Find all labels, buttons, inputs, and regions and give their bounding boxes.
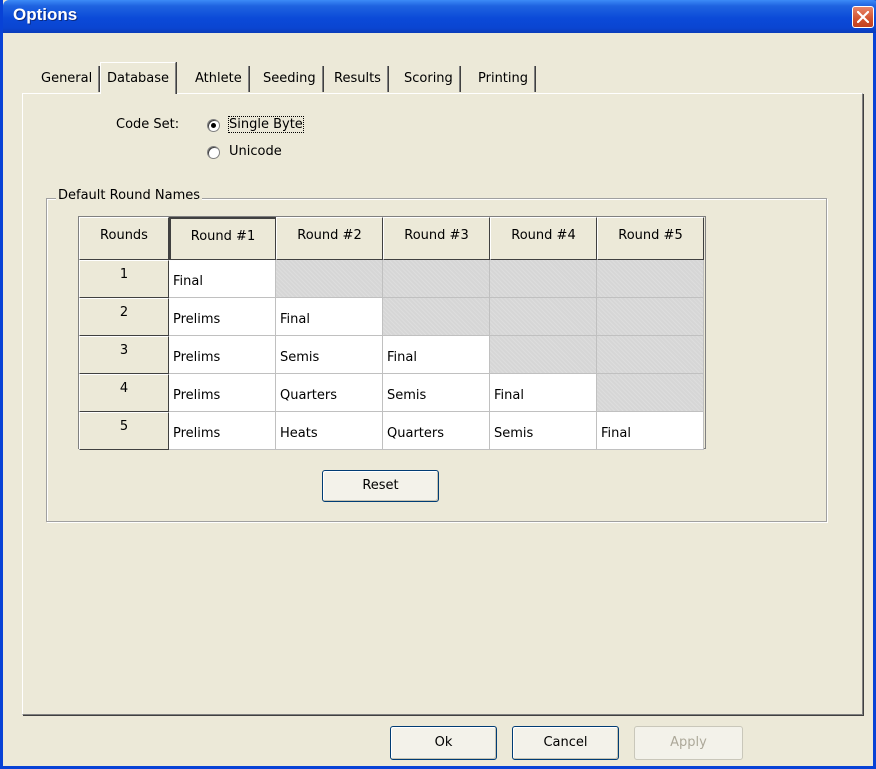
disabled-cell <box>597 336 704 374</box>
round-name-cell[interactable]: Final <box>169 260 276 298</box>
round-name-cell[interactable]: Heats <box>276 412 383 450</box>
rounds-row-header: 4 <box>79 374 169 412</box>
disabled-cell <box>490 336 597 374</box>
round-name-cell[interactable]: Prelims <box>169 412 276 450</box>
round-2-column-header: Round #2 <box>276 217 383 260</box>
round-name-cell[interactable]: Final <box>276 298 383 336</box>
title-bar[interactable]: Options <box>3 0 876 33</box>
round-name-cell[interactable]: Final <box>490 374 597 412</box>
tab-seeding[interactable]: Seeding <box>257 66 323 92</box>
close-icon <box>857 11 869 23</box>
disabled-cell <box>597 260 704 298</box>
radio-selected-dot <box>211 123 216 128</box>
disabled-cell <box>597 298 704 336</box>
rounds-row-header: 1 <box>79 260 169 298</box>
window-title: Options <box>13 5 78 24</box>
round-name-cell[interactable]: Semis <box>383 374 490 412</box>
disabled-cell <box>490 298 597 336</box>
cancel-button[interactable]: Cancel <box>512 726 619 760</box>
round-name-cell[interactable]: Prelims <box>169 374 276 412</box>
apply-button[interactable]: Apply <box>634 726 743 760</box>
round-name-cell[interactable]: Quarters <box>383 412 490 450</box>
disabled-cell <box>597 374 704 412</box>
ok-button[interactable]: Ok <box>390 726 497 760</box>
rounds-row-header: 2 <box>79 298 169 336</box>
group-legend: Default Round Names <box>56 188 203 203</box>
round-name-cell[interactable]: Semis <box>276 336 383 374</box>
tab-athlete[interactable]: Athlete <box>189 66 249 92</box>
rounds-column-header: Rounds <box>79 217 169 260</box>
disabled-cell <box>383 260 490 298</box>
rounds-row-header: 3 <box>79 336 169 374</box>
round-name-cell[interactable]: Final <box>597 412 704 450</box>
round-name-cell[interactable]: Prelims <box>169 336 276 374</box>
round-5-column-header: Round #5 <box>597 217 704 260</box>
code-set-label: Code Set: <box>116 117 180 132</box>
tab-scoring[interactable]: Scoring <box>398 66 460 92</box>
tab-database[interactable]: Database <box>100 62 177 94</box>
reset-button[interactable]: Reset <box>322 470 439 502</box>
round-name-cell[interactable]: Semis <box>490 412 597 450</box>
close-button[interactable] <box>852 6 874 28</box>
tab-general[interactable]: General <box>35 66 100 92</box>
unicode-label[interactable]: Unicode <box>229 144 282 159</box>
disabled-cell <box>276 260 383 298</box>
round-name-cell[interactable]: Final <box>383 336 490 374</box>
disabled-cell <box>383 298 490 336</box>
single-byte-label[interactable]: Single Byte <box>228 116 304 133</box>
round-name-cell[interactable]: Prelims <box>169 298 276 336</box>
round-3-column-header: Round #3 <box>383 217 490 260</box>
tab-results[interactable]: Results <box>328 66 388 92</box>
round-name-cell[interactable]: Quarters <box>276 374 383 412</box>
tab-printing[interactable]: Printing <box>472 66 536 92</box>
disabled-cell <box>490 260 597 298</box>
rounds-row-header: 5 <box>79 412 169 450</box>
round-4-column-header: Round #4 <box>490 217 597 260</box>
round-1-column-header: Round #1 <box>169 217 276 260</box>
single-byte-radio[interactable] <box>207 119 220 132</box>
unicode-radio[interactable] <box>207 146 220 159</box>
